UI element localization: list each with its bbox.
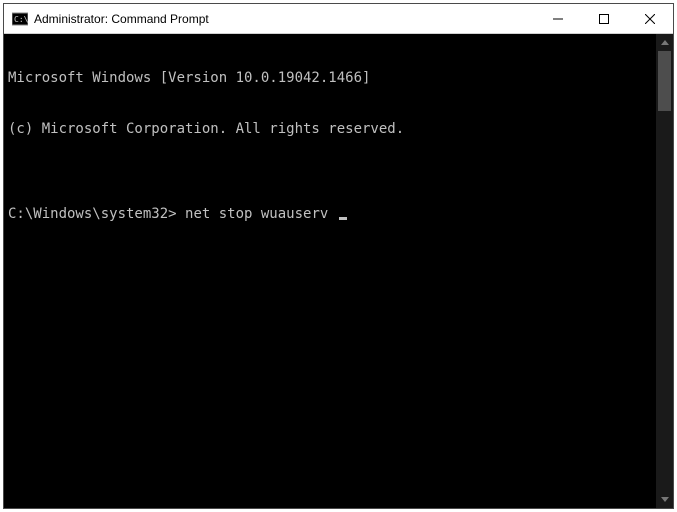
maximize-button[interactable]: [581, 4, 627, 33]
copyright-line: (c) Microsoft Corporation. All rights re…: [8, 121, 652, 138]
command-text: net stop wuauserv: [185, 206, 328, 223]
prompt-line: C:\Windows\system32> net stop wuauserv: [8, 206, 652, 223]
window-controls: [535, 4, 673, 33]
titlebar[interactable]: C:\ Administrator: Command Prompt: [4, 4, 673, 34]
cmd-icon: C:\: [12, 11, 28, 27]
scroll-thumb[interactable]: [658, 51, 671, 111]
command-prompt-window: C:\ Administrator: Command Prompt Micros…: [3, 3, 674, 509]
client-area: Microsoft Windows [Version 10.0.19042.14…: [4, 34, 673, 508]
version-line: Microsoft Windows [Version 10.0.19042.14…: [8, 70, 652, 87]
vertical-scrollbar[interactable]: [656, 34, 673, 508]
cursor: [339, 217, 347, 220]
window-title: Administrator: Command Prompt: [34, 12, 535, 26]
scroll-down-icon[interactable]: [656, 491, 673, 508]
svg-text:C:\: C:\: [14, 15, 28, 24]
prompt-text: C:\Windows\system32>: [8, 206, 177, 223]
minimize-button[interactable]: [535, 4, 581, 33]
close-button[interactable]: [627, 4, 673, 33]
scroll-up-icon[interactable]: [656, 34, 673, 51]
terminal-output[interactable]: Microsoft Windows [Version 10.0.19042.14…: [4, 34, 656, 508]
